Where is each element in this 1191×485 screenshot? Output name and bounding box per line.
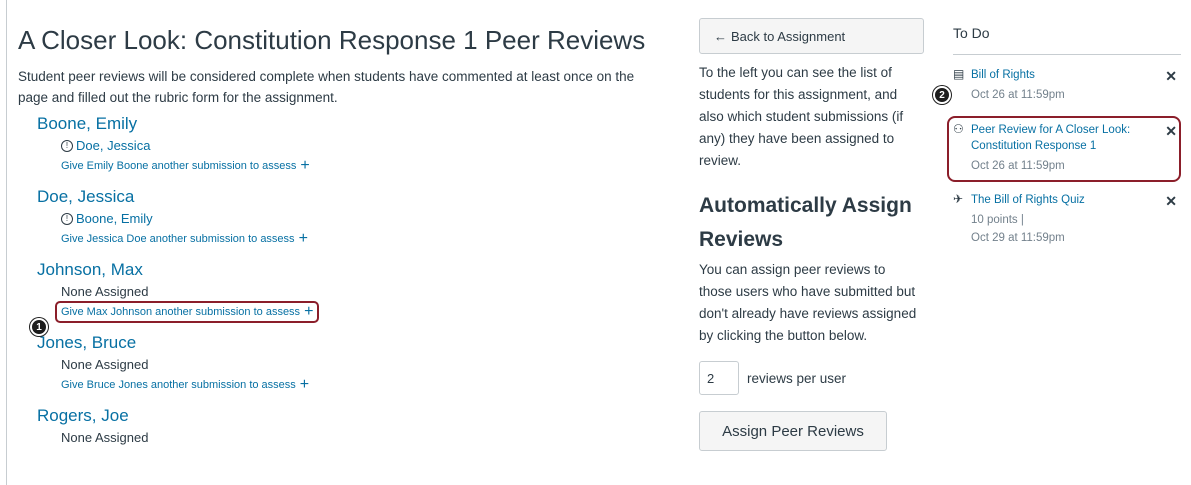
todo-item-link[interactable]: Peer Review for A Closer Look: Constitut… xyxy=(971,122,1141,154)
student-name-link[interactable]: Rogers, Joe xyxy=(37,404,129,428)
todo-item-points: 10 points | xyxy=(971,214,1024,226)
plus-icon: + xyxy=(298,230,308,247)
todo-item-date: Oct 26 at 11:59pm xyxy=(971,160,1065,172)
auto-assign-heading: Automatically Assign Reviews xyxy=(699,194,912,251)
todo-item[interactable]: ▤ Bill of Rights Oct 26 at 11:59pm ✕ xyxy=(953,67,1181,103)
give-another-label: Give Max Johnson another submission to a… xyxy=(61,306,301,318)
student-name-link[interactable]: Boone, Emily xyxy=(37,112,137,136)
give-another-label: Give Emily Boone another submission to a… xyxy=(61,160,297,172)
help-text: To the left you can see the list of stud… xyxy=(699,65,904,168)
todo-item-body: The Bill of Rights Quiz 10 points | Oct … xyxy=(971,192,1141,246)
todo-divider xyxy=(953,54,1181,55)
student-section: Doe, Jessica ! Boone, Emily Give Jessica… xyxy=(37,185,668,249)
callout-badge-2: 2 xyxy=(933,86,951,104)
reviews-per-user-label: reviews per user xyxy=(747,370,847,386)
student-name-link[interactable]: Johnson, Max xyxy=(37,258,143,282)
document-icon: ▤ xyxy=(953,67,965,81)
plus-icon: + xyxy=(300,157,310,174)
auto-assign-text: You can assign peer reviews to those use… xyxy=(699,262,917,343)
close-icon[interactable]: ✕ xyxy=(1165,123,1177,140)
reviews-per-user-input[interactable]: 2 xyxy=(699,361,739,395)
plus-icon: + xyxy=(304,303,314,320)
plus-icon: + xyxy=(299,376,310,393)
todo-item-body: Bill of Rights Oct 26 at 11:59pm xyxy=(971,67,1141,103)
give-another-submission-link[interactable]: Give Bruce Jones another submission to a… xyxy=(61,375,309,395)
assign-peer-reviews-button[interactable]: Assign Peer Reviews xyxy=(699,411,887,451)
assigned-reviewer-name[interactable]: Boone, Emily xyxy=(76,209,153,229)
student-name-link[interactable]: Jones, Bruce xyxy=(37,331,136,355)
intro-text: Student peer reviews will be considered … xyxy=(18,69,635,105)
back-label: Back to Assignment xyxy=(731,28,846,44)
todo-item[interactable]: ⚇ Peer Review for A Closer Look: Constit… xyxy=(947,116,1181,182)
reviews-per-user-row: 2 reviews per user xyxy=(699,361,929,395)
todo-item-body: Peer Review for A Closer Look: Constitut… xyxy=(971,122,1141,174)
review-status-icon: ! xyxy=(61,140,73,152)
none-assigned-text: None Assigned xyxy=(61,357,149,372)
give-another-submission-link[interactable]: Give Emily Boone another submission to a… xyxy=(61,156,310,176)
review-status-icon: ! xyxy=(61,213,73,225)
page-title: A Closer Look: Constitution Response 1 P… xyxy=(18,25,646,55)
todo-item-date: Oct 29 at 11:59pm xyxy=(971,232,1065,244)
peer-review-icon: ⚇ xyxy=(953,122,964,136)
callout-badge-1: 1 xyxy=(30,318,48,336)
student-section: Johnson, Max None Assigned Give Max John… xyxy=(37,258,668,323)
none-assigned-text: None Assigned xyxy=(61,284,149,299)
close-icon[interactable]: ✕ xyxy=(1165,193,1177,210)
student-name-link[interactable]: Doe, Jessica xyxy=(37,185,134,209)
todo-item-link[interactable]: The Bill of Rights Quiz xyxy=(971,192,1141,208)
todo-item-link[interactable]: Bill of Rights xyxy=(971,67,1141,83)
student-section: Boone, Emily ! Doe, Jessica Give Emily B… xyxy=(37,112,668,176)
left-divider xyxy=(6,0,7,485)
sidebar-panel: ← Back to Assignment To the left you can… xyxy=(699,18,929,451)
student-section: Jones, Bruce None Assigned Give Bruce Jo… xyxy=(37,331,668,395)
todo-panel: To Do ▤ Bill of Rights Oct 26 at 11:59pm… xyxy=(947,22,1181,246)
none-assigned-text: None Assigned xyxy=(61,430,149,445)
todo-item[interactable]: ✈ The Bill of Rights Quiz 10 points | Oc… xyxy=(953,192,1181,246)
give-another-submission-link[interactable]: Give Max Johnson another submission to a… xyxy=(54,301,320,323)
todo-item-date: Oct 26 at 11:59pm xyxy=(971,89,1065,101)
arrow-left-icon: ← xyxy=(714,28,727,44)
student-section: Rogers, Joe None Assigned xyxy=(37,404,668,448)
back-to-assignment-button[interactable]: ← Back to Assignment xyxy=(699,18,924,54)
assigned-review[interactable]: ! Boone, Emily xyxy=(61,209,668,229)
close-icon[interactable]: ✕ xyxy=(1165,68,1177,85)
give-another-label: Give Jessica Doe another submission to a… xyxy=(61,233,295,245)
give-another-submission-link[interactable]: Give Jessica Doe another submission to a… xyxy=(61,229,308,249)
todo-heading: To Do xyxy=(953,25,990,41)
assigned-review[interactable]: ! Doe, Jessica xyxy=(61,136,668,156)
quiz-icon: ✈ xyxy=(953,192,964,206)
give-another-label: Give Bruce Jones another submission to a… xyxy=(61,379,296,391)
assigned-reviewer-name[interactable]: Doe, Jessica xyxy=(76,136,150,156)
main-content: A Closer Look: Constitution Response 1 P… xyxy=(18,22,668,448)
